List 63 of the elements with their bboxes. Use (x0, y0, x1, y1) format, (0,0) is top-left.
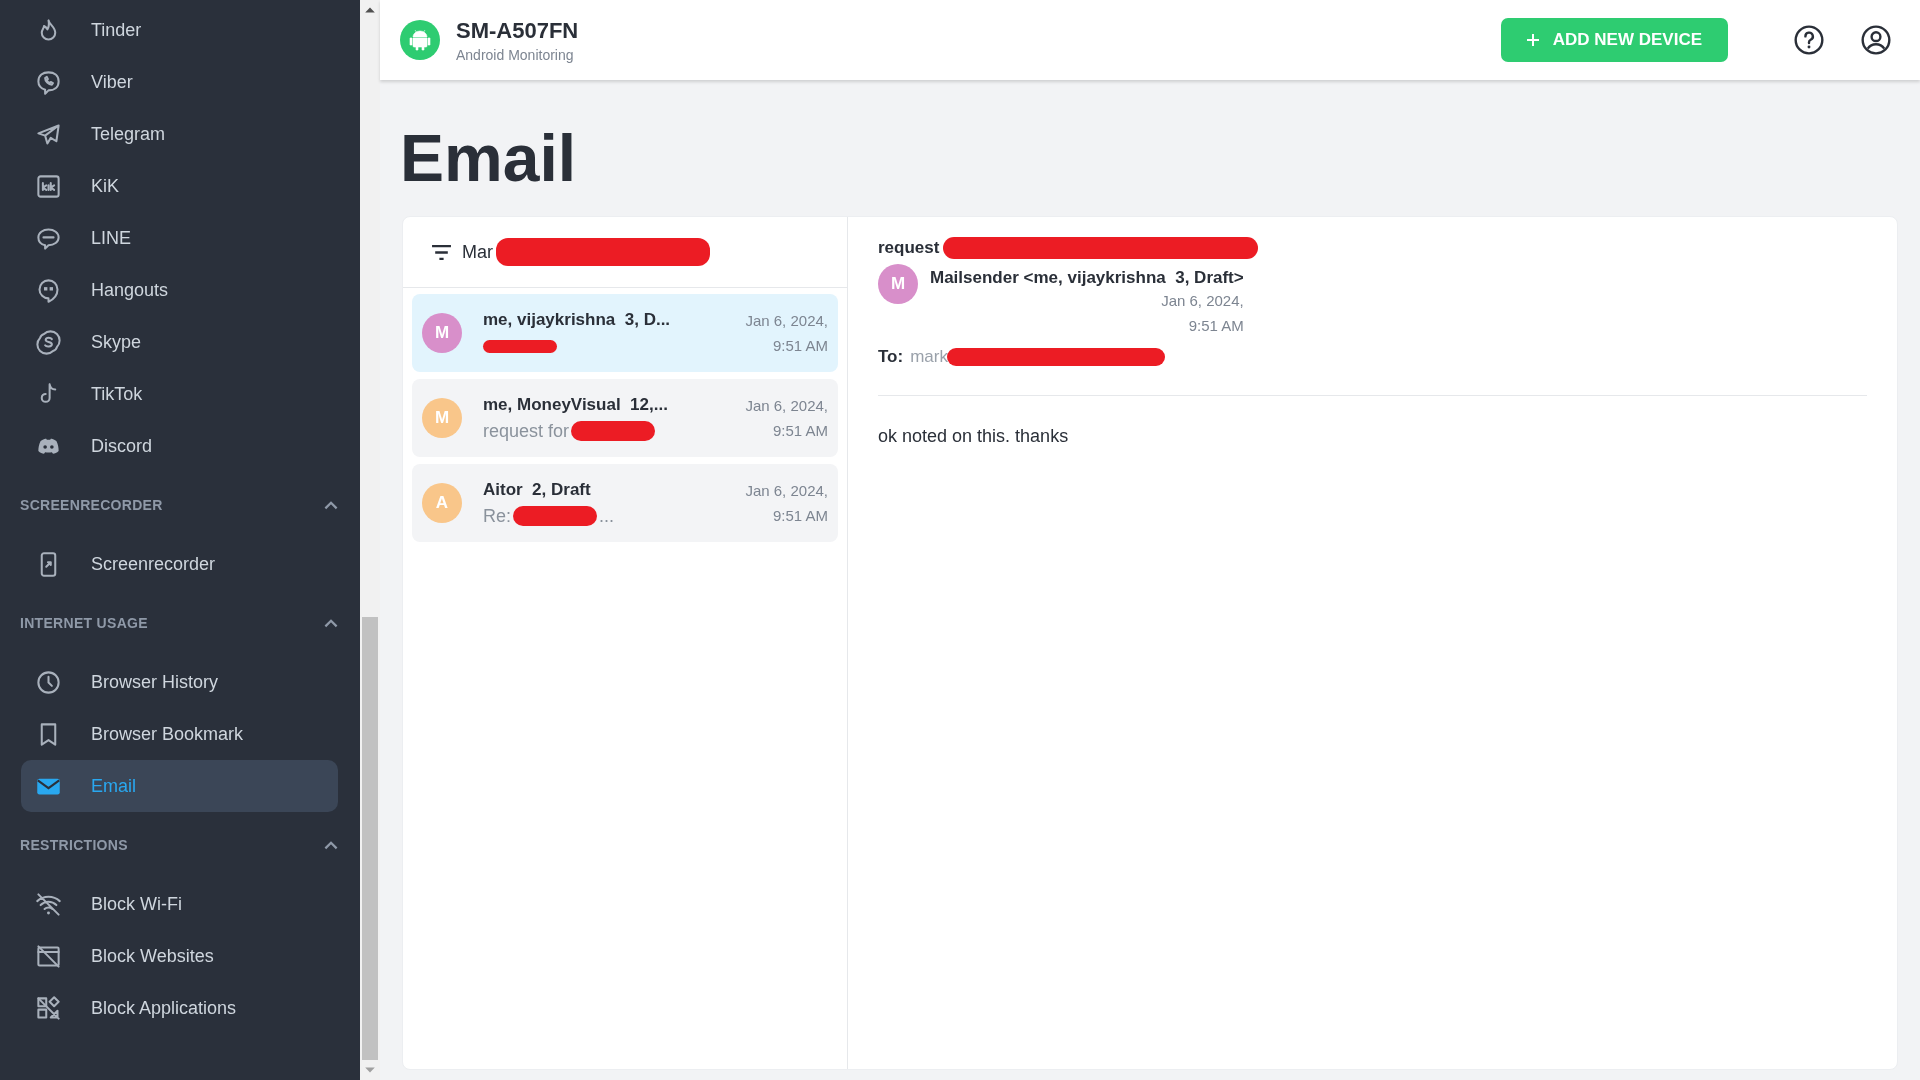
sidebar-item[interactable]: Skype (21, 316, 338, 368)
time-text: 9:51 AM (1188, 316, 1244, 336)
sidebar-item[interactable]: Block Websites (21, 930, 338, 982)
sidebar-item[interactable]: Discord (21, 420, 338, 472)
blocked-apps-icon (35, 994, 62, 1022)
date-text: Jan 6, 2024, (745, 396, 828, 416)
date-text: Jan 6, 2024, (745, 481, 828, 501)
recipient-address: mark (910, 347, 948, 367)
avatar: M (422, 313, 462, 353)
sender-name: me, MoneyVisual 12,... (483, 394, 669, 415)
sender-name: Mailsender <me, vijaykrishna 3, Draft> (930, 268, 1244, 288)
device-name: SM-A507FN (456, 17, 579, 44)
date-text: Jan 6, 2024, (1161, 291, 1244, 311)
boxed-logo-icon (35, 172, 62, 200)
sidebar-item[interactable]: TikTok (21, 368, 338, 420)
sidebar-item[interactable]: Viber (21, 56, 338, 108)
section-header: RESTRICTIONS (20, 837, 128, 853)
plus-icon (1524, 32, 1541, 48)
sidebar-item[interactable]: Block Applications (21, 982, 338, 1034)
clock-icon (35, 668, 62, 696)
account-name: Mar (462, 241, 493, 263)
sender-name: me, vijaykrishna 3, D... (483, 310, 672, 330)
preview-ellipsis: ... (599, 505, 615, 527)
sidebar-item[interactable]: Browser Bookmark (21, 708, 338, 760)
sidebar-item[interactable]: KiK (21, 160, 338, 212)
sidebar-item[interactable]: Telegram (21, 108, 338, 160)
avatar: M (422, 398, 462, 438)
avatar: A (422, 483, 462, 523)
sender-name: Aitor 2, Draft (483, 479, 592, 500)
preview-text: Re: (483, 505, 511, 527)
sidebar-item[interactable]: Tinder (21, 4, 338, 56)
sidebar-item[interactable]: Email (21, 760, 338, 812)
sidebar-item[interactable]: Block Wi-Fi (21, 878, 338, 930)
avatar: M (878, 264, 918, 304)
filter-icon[interactable] (431, 243, 452, 261)
email-list-item[interactable]: A Aitor 2, Draft Re: ... Jan 6, 2024, 9:51 AM (412, 464, 838, 542)
section-header: SCREENRECORDER (20, 497, 163, 513)
email-list-item[interactable]: M me, MoneyVisual 12,... request for Jan 6, 2024, 9:51 AM (412, 379, 838, 457)
email-body: ok noted on this. thanks (878, 426, 1070, 447)
blocked-window-icon (35, 942, 62, 970)
time-text: 9:51 AM (771, 421, 828, 441)
time-text: 9:51 AM (771, 336, 828, 356)
scrollbar-thumb[interactable] (362, 617, 378, 1060)
help-icon[interactable] (1793, 24, 1825, 56)
sidebar-item[interactable]: Browser History (21, 656, 338, 708)
phone-chat-icon (35, 68, 62, 96)
sidebar-item[interactable]: Hangouts (21, 264, 338, 316)
device-subtitle: Android Monitoring (456, 46, 575, 63)
preview-text: request for (483, 420, 570, 442)
user-account-icon[interactable] (1860, 24, 1892, 56)
email-subject: request (878, 238, 940, 258)
wifi-off-icon (35, 890, 62, 918)
section-header: INTERNET USAGE (20, 615, 148, 631)
email-list-item[interactable]: M me, vijaykrishna 3, D... Jan 6, 2024, 9:51 AM (412, 294, 838, 372)
sidebar-item[interactable]: Screenrecorder (21, 538, 338, 590)
date-text: Jan 6, 2024, (745, 311, 828, 331)
s-logo-icon (35, 328, 62, 356)
page-title: Email (400, 125, 578, 191)
to-label: To: (878, 347, 904, 367)
time-text: 9:51 AM (771, 506, 828, 526)
scrollbar[interactable] (360, 0, 380, 1080)
sidebar-item[interactable]: LINE (21, 212, 338, 264)
android-icon (400, 20, 440, 60)
